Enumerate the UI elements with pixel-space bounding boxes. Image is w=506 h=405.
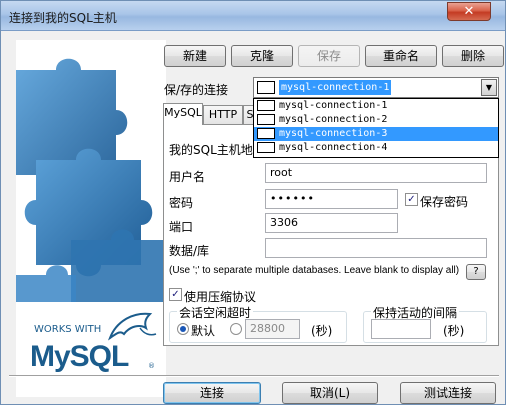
cancel-button[interactable]: 取消(L) bbox=[282, 382, 378, 404]
save-button[interactable]: 保存 bbox=[298, 45, 360, 67]
database-field[interactable] bbox=[265, 238, 487, 258]
window-title: 连接到我的SQL主机 bbox=[9, 11, 117, 25]
tab-mysql[interactable]: MySQL bbox=[163, 103, 203, 125]
rename-button[interactable]: 重命名 bbox=[365, 45, 437, 67]
default-timeout-radio[interactable] bbox=[177, 323, 189, 335]
connect-button[interactable]: 连接 bbox=[163, 382, 261, 404]
save-password-checkbox[interactable]: ✓ bbox=[405, 193, 418, 206]
idle-timeout-label: 会话空闲超时 bbox=[177, 304, 254, 321]
branding-panel: WORKS WITH MySQL ® bbox=[16, 40, 166, 397]
dropdown-option-label: mysql-connection-3 bbox=[279, 128, 388, 139]
close-button[interactable]: ✕ bbox=[447, 2, 491, 21]
timeout-seconds-label: (秒) bbox=[311, 324, 333, 338]
saved-connections-select[interactable]: mysql-connection-1 ▼ bbox=[253, 77, 499, 98]
test-connection-button[interactable]: 测试连接 bbox=[400, 382, 496, 404]
database-hint: (Use ';' to separate multiple databases.… bbox=[169, 265, 460, 276]
connection-color-swatch bbox=[257, 128, 275, 139]
password-label: 密码 bbox=[169, 196, 194, 210]
dropdown-option-highlighted[interactable]: mysql-connection-3 bbox=[254, 127, 498, 141]
connection-color-swatch bbox=[257, 81, 275, 94]
footer-divider bbox=[9, 375, 499, 377]
connection-color-swatch bbox=[257, 114, 275, 125]
chevron-down-icon[interactable]: ▼ bbox=[481, 79, 497, 96]
timeout-field[interactable]: 28800 bbox=[245, 319, 300, 339]
delete-button[interactable]: 删除 bbox=[442, 45, 504, 67]
dropdown-option[interactable]: mysql-connection-2 bbox=[254, 113, 498, 127]
database-label: 数据/库 bbox=[169, 244, 210, 258]
connection-color-swatch bbox=[257, 100, 275, 111]
password-field[interactable]: •••••• bbox=[265, 189, 398, 209]
title-bar[interactable]: 连接到我的SQL主机 ✕ bbox=[1, 1, 505, 31]
new-button[interactable]: 新建 bbox=[164, 45, 226, 67]
username-label: 用户名 bbox=[169, 170, 206, 184]
dropdown-option-label: mysql-connection-4 bbox=[279, 142, 388, 153]
compression-label: 使用压缩协议 bbox=[184, 290, 257, 304]
port-field[interactable]: 3306 bbox=[265, 213, 398, 233]
dropdown-option-label: mysql-connection-1 bbox=[279, 100, 388, 111]
save-password-label: 保存密码 bbox=[420, 195, 469, 209]
mysql-logo-text: MySQL bbox=[30, 340, 129, 373]
mysql-logo: MySQL bbox=[30, 340, 129, 374]
saved-connections-dropdown[interactable]: mysql-connection-1 mysql-connection-2 my… bbox=[253, 98, 499, 158]
compression-checkbox[interactable]: ✓ bbox=[169, 288, 182, 301]
dropdown-option[interactable]: mysql-connection-4 bbox=[254, 141, 498, 155]
keepalive-field[interactable] bbox=[371, 319, 431, 339]
keepalive-seconds-label: (秒) bbox=[443, 324, 465, 338]
connection-color-swatch bbox=[257, 142, 275, 153]
help-button[interactable]: ? bbox=[466, 264, 486, 280]
default-label: 默认 bbox=[191, 324, 216, 338]
dropdown-option-label: mysql-connection-2 bbox=[279, 114, 388, 125]
selected-connection: mysql-connection-1 bbox=[279, 80, 392, 95]
username-field[interactable]: root bbox=[265, 163, 487, 183]
saved-connections-label: 保/存的连接 bbox=[164, 83, 229, 97]
tab-http[interactable]: HTTP bbox=[203, 105, 243, 125]
dialog-window: 连接到我的SQL主机 ✕ WORKS WITH MySQL ® 新建 克隆 保存… bbox=[0, 0, 506, 405]
host-label: 我的SQL主机地址 bbox=[169, 143, 265, 157]
clone-button[interactable]: 克隆 bbox=[231, 45, 293, 67]
custom-timeout-radio[interactable] bbox=[230, 323, 242, 335]
dropdown-option[interactable]: mysql-connection-1 bbox=[254, 99, 498, 113]
registered-mark: ® bbox=[148, 362, 155, 370]
port-label: 端口 bbox=[169, 220, 194, 234]
works-with-text: WORKS WITH bbox=[34, 324, 102, 335]
dolphin-icon bbox=[107, 312, 157, 341]
